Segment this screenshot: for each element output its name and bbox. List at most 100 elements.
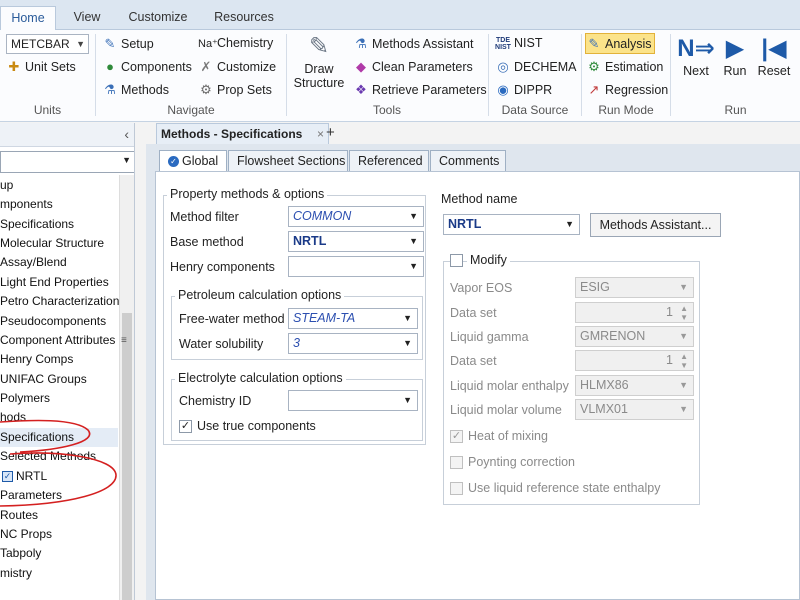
chevron-down-icon: ▼ — [565, 219, 574, 229]
dechema-label: DECHEMA — [514, 60, 577, 74]
doc-tab-methods-specifications[interactable]: Methods - Specifications × — [156, 123, 329, 144]
tab-referenced[interactable]: Referenced — [349, 150, 429, 172]
tree-item-polymers[interactable]: Polymers — [0, 389, 50, 408]
tab-home[interactable]: Home — [0, 6, 56, 30]
water-solubility-dropdown[interactable]: 3 ▼ — [288, 333, 418, 354]
chemistry-id-dropdown[interactable]: ▼ — [288, 390, 418, 411]
tab-resources[interactable]: Resources — [206, 6, 282, 30]
tree-item-nc-props[interactable]: NC Props — [0, 525, 52, 544]
liquid-reference-enthalpy-label: Use liquid reference state enthalpy — [468, 481, 661, 495]
regression-button[interactable]: ↗ Regression — [586, 80, 669, 99]
estimation-label: Estimation — [605, 60, 664, 74]
poynting-correction-checkbox[interactable] — [450, 456, 463, 469]
tree-item-henry-comps[interactable]: Henry Comps — [0, 350, 73, 369]
group-label-navigate: Navigate — [167, 103, 215, 117]
liquid-molar-volume-dropdown[interactable]: VLMX01 ▼ — [575, 399, 694, 420]
liquid-molar-volume-value: VLMX01 — [580, 402, 628, 416]
dippr-icon: ◉ — [497, 82, 509, 97]
tree-item-nrtl[interactable]: ✓ NRTL — [0, 467, 47, 486]
tab-global[interactable]: ✓ Global — [159, 150, 227, 173]
tree-item-setup[interactable]: up — [0, 176, 13, 195]
liquid-reference-enthalpy-checkbox[interactable] — [450, 482, 463, 495]
prop-sets-button[interactable]: ⚙ Prop Sets — [198, 80, 272, 99]
tab-comments[interactable]: Comments — [430, 150, 506, 172]
close-icon[interactable]: × — [317, 124, 324, 144]
tree-item-molecular-structure[interactable]: Molecular Structure — [0, 234, 104, 253]
tree-item-selected-methods[interactable]: Selected Methods — [0, 447, 96, 466]
base-method-value: NRTL — [293, 234, 327, 248]
nav-scrollbar-thumb[interactable] — [122, 313, 132, 600]
retrieve-parameters-button[interactable]: ❖ Retrieve Parameters — [353, 80, 486, 99]
liquid-gamma-label: Liquid gamma — [450, 330, 529, 344]
tree-item-methods-specifications[interactable]: Specifications — [0, 428, 118, 447]
tree-item-chemistry[interactable]: mistry — [0, 564, 32, 583]
tree-item-comp-specifications[interactable]: Specifications — [0, 215, 74, 234]
use-true-components-checkbox[interactable]: ✓ — [179, 420, 192, 433]
method-filter-dropdown[interactable]: COMMON ▼ — [288, 206, 424, 227]
free-water-label: Free-water method — [179, 312, 285, 326]
next-button[interactable]: N⇒ Next — [676, 34, 716, 78]
modify-checkbox[interactable] — [450, 254, 463, 267]
tree-item-components[interactable]: mponents — [0, 195, 53, 214]
data-set-1-value: 1 — [666, 305, 673, 319]
next-icon: N⇒ — [677, 35, 715, 62]
spinner-arrows-icon[interactable]: ▲ ▼ — [680, 304, 688, 322]
dippr-button[interactable]: ◉ DIPPR — [495, 80, 552, 99]
tab-customize[interactable]: Customize — [120, 6, 196, 30]
data-set-1-spinner[interactable]: 1 ▲ ▼ — [575, 302, 694, 323]
prop-sets-label: Prop Sets — [217, 83, 272, 97]
dechema-button[interactable]: ◎ DECHEMA — [495, 57, 577, 76]
free-water-dropdown[interactable]: STEAM-TA ▼ — [288, 308, 418, 329]
tree-item-parameters[interactable]: Parameters — [0, 486, 62, 505]
run-button[interactable]: ▶ Run — [720, 34, 750, 78]
method-name-dropdown[interactable]: NRTL ▼ — [443, 214, 580, 235]
methods-button[interactable]: ⚗ Methods — [102, 80, 169, 99]
components-button[interactable]: ● Components — [102, 57, 192, 76]
tree-item-component-attributes[interactable]: Component Attributes — [0, 331, 115, 350]
heat-of-mixing-checkbox[interactable]: ✓ — [450, 430, 463, 443]
setup-button[interactable]: ✎ Setup — [102, 34, 154, 53]
tree-item-unifac-groups[interactable]: UNIFAC Groups — [0, 370, 87, 389]
methods-assistant-button[interactable]: Methods Assistant... — [590, 213, 721, 237]
henry-components-dropdown[interactable]: ▼ — [288, 256, 424, 277]
tree-item-tabpoly[interactable]: Tabpoly — [0, 544, 41, 563]
water-solubility-label: Water solubility — [179, 337, 264, 351]
nav-filter-combo[interactable]: ▼ — [0, 151, 134, 173]
estimation-button[interactable]: ⚙ Estimation — [586, 57, 663, 76]
tab-flowsheet-sections[interactable]: Flowsheet Sections — [228, 150, 348, 172]
clean-parameters-button[interactable]: ◆ Clean Parameters — [353, 57, 473, 76]
draw-structure-button[interactable]: ✎ Draw Structure — [290, 32, 348, 90]
vapor-eos-dropdown[interactable]: ESIG ▼ — [575, 277, 694, 298]
liquid-gamma-dropdown[interactable]: GMRENON ▼ — [575, 326, 694, 347]
data-set-2-spinner[interactable]: 1 ▲ ▼ — [575, 350, 694, 371]
group-label-data-source: Data Source — [501, 103, 569, 117]
methods-assistant-ribbon-button[interactable]: ⚗ Methods Assistant — [353, 34, 473, 53]
analysis-button[interactable]: ✎ Analysis — [585, 33, 655, 54]
tree-item-petro-characterization[interactable]: Petro Characterization — [0, 292, 119, 311]
chevron-down-icon: ▼ — [403, 338, 412, 348]
liquid-molar-enthalpy-value: HLMX86 — [580, 378, 629, 392]
unit-set-combo[interactable]: METCBAR ▼ — [6, 34, 89, 54]
tree-item-routes[interactable]: Routes — [0, 506, 38, 525]
tree-item-assay-blend[interactable]: Assay/Blend — [0, 253, 67, 272]
tab-view[interactable]: View — [62, 6, 112, 30]
chevron-down-icon: ▼ — [679, 380, 688, 390]
globe-icon: ◎ — [497, 59, 509, 74]
base-method-dropdown[interactable]: NRTL ▼ — [288, 231, 424, 252]
unit-sets-button[interactable]: ✚ Unit Sets — [6, 57, 76, 76]
unit-set-value: METCBAR — [11, 37, 70, 51]
nist-button[interactable]: TDE NIST NIST — [495, 34, 542, 53]
chemistry-button[interactable]: Na⁺Chemistry — [198, 34, 273, 53]
tab-global-label: Global — [182, 154, 219, 168]
spinner-arrows-icon[interactable]: ▲ ▼ — [680, 352, 688, 370]
chevron-left-icon[interactable]: ‹ — [124, 126, 129, 142]
tree-item-pseudocomponents[interactable]: Pseudocomponents — [0, 312, 106, 331]
tree-item-methods[interactable]: hods — [0, 408, 26, 427]
nist-icon: TDE NIST — [495, 37, 511, 51]
customize-button[interactable]: ✗ Customize — [198, 57, 277, 76]
add-tab-icon[interactable]: + — [326, 123, 335, 143]
dippr-label: DIPPR — [514, 83, 553, 97]
tree-item-light-end-properties[interactable]: Light End Properties — [0, 273, 109, 292]
reset-button[interactable]: |◀ Reset — [756, 34, 792, 78]
liquid-molar-enthalpy-dropdown[interactable]: HLMX86 ▼ — [575, 375, 694, 396]
